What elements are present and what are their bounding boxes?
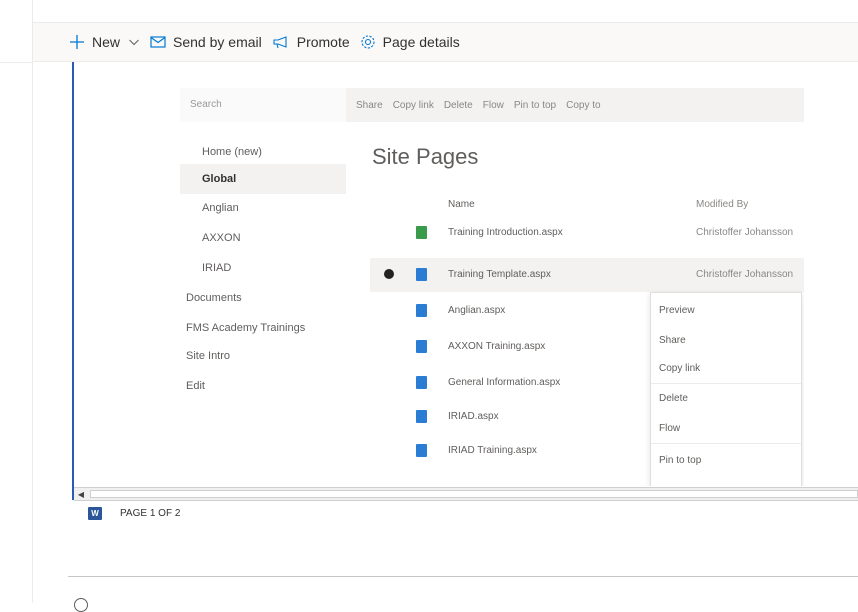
mail-icon xyxy=(150,35,166,49)
ss-nav-item: Global xyxy=(180,164,346,194)
ss-toolbar-item: Flow xyxy=(482,99,504,111)
ss-toolbar-item: Delete xyxy=(443,99,473,111)
gear-icon xyxy=(360,34,376,50)
ss-search-box: Search xyxy=(180,88,346,122)
page-icon xyxy=(416,376,427,389)
ss-row: Training Template.aspx Christoffer Johan… xyxy=(370,258,804,292)
new-label: New xyxy=(92,34,121,50)
ss-nav-item: Documents xyxy=(186,292,242,304)
ss-nav-item: Site Intro xyxy=(186,350,231,362)
ss-row-name: IRIAD.aspx xyxy=(448,411,499,422)
ss-nav-item: FMS Academy Trainings xyxy=(186,322,306,334)
ss-menu-item: Preview xyxy=(659,305,695,316)
ss-toolbar-item: Share xyxy=(356,99,383,111)
left-rail xyxy=(0,0,33,603)
ss-nav-item: Home (new) xyxy=(202,146,262,158)
ss-row-name: Anglian.aspx xyxy=(448,305,506,316)
ss-column-name: Name xyxy=(448,199,475,210)
ss-column-modified: Modified By xyxy=(696,199,749,210)
ss-toolbar-item: Copy to xyxy=(566,99,601,111)
ss-toolbar-item: Pin to top xyxy=(513,99,557,111)
ss-row-name: IRIAD Training.aspx xyxy=(448,445,537,456)
ss-menu-item: Share xyxy=(659,335,686,346)
circle-icon[interactable] xyxy=(74,598,88,612)
page-icon xyxy=(416,226,427,239)
ss-page-title: Site Pages xyxy=(372,144,479,169)
page-details-button[interactable]: Page details xyxy=(360,34,460,50)
page-icon xyxy=(416,340,427,353)
page-icon xyxy=(416,444,427,457)
page-indicator: PAGE 1 OF 2 xyxy=(120,508,181,519)
scrollbar-thumb[interactable] xyxy=(90,490,858,498)
ss-menu-item: Pin to top xyxy=(659,455,702,466)
ss-nav-item: Anglian xyxy=(202,202,239,214)
plus-icon xyxy=(69,34,85,50)
scroll-left-arrow-icon[interactable]: ◀ xyxy=(74,488,88,500)
page-icon xyxy=(416,268,427,281)
promote-label: Promote xyxy=(296,34,350,50)
ss-row-name: General Information.aspx xyxy=(448,377,561,388)
promote-button[interactable]: Promote xyxy=(272,34,350,50)
ss-nav: Home (new) Global Anglian AXXON IRIAD Do… xyxy=(180,122,346,486)
ss-menu-item: Delete xyxy=(659,393,688,404)
ss-row-modified: Christoffer Johansson xyxy=(696,269,794,280)
document-status-bar: W PAGE 1 OF 2 xyxy=(88,507,180,520)
page-icon xyxy=(416,304,427,317)
check-icon xyxy=(384,269,394,279)
ss-context-menu: Preview Share Copy link Delete Flow Pin … xyxy=(650,292,802,486)
ss-menu-item: Copy link xyxy=(659,363,701,374)
megaphone-icon xyxy=(272,35,290,49)
ss-row-name: Training Introduction.aspx xyxy=(448,227,563,238)
ss-row-name: Training Template.aspx xyxy=(448,269,551,280)
section-divider xyxy=(68,576,858,577)
command-bar: New Send by email Promote Page details xyxy=(33,22,858,62)
ss-nav-item: AXXON xyxy=(202,232,241,244)
chevron-down-icon xyxy=(128,36,140,48)
ss-row-modified: Christoffer Johansson xyxy=(696,227,794,238)
word-document-icon: W xyxy=(88,507,102,520)
page-details-label: Page details xyxy=(382,34,460,50)
rail-divider xyxy=(0,62,32,63)
horizontal-scrollbar[interactable]: ◀ xyxy=(74,487,858,501)
ss-toolbar-item: Copy link xyxy=(392,99,434,111)
ss-menu-divider xyxy=(651,383,801,384)
send-by-email-label: Send by email xyxy=(173,34,262,50)
send-by-email-button[interactable]: Send by email xyxy=(150,34,262,50)
ss-row-name: AXXON Training.aspx xyxy=(448,341,546,352)
ss-menu-item: Flow xyxy=(659,423,681,434)
ss-search-placeholder: Search xyxy=(190,99,222,110)
page-icon xyxy=(416,410,427,423)
ss-menu-divider xyxy=(651,443,801,444)
new-button[interactable]: New xyxy=(69,34,140,50)
ss-nav-item: IRIAD xyxy=(202,262,232,274)
ss-row: Training Introduction.aspx Christoffer J… xyxy=(370,216,804,250)
ss-nav-item: Edit xyxy=(186,380,205,392)
embedded-screenshot: Search Share Copy link Delete Flow Pin t… xyxy=(180,88,804,486)
ss-toolbar: Share Copy link Delete Flow Pin to top C… xyxy=(346,88,804,122)
